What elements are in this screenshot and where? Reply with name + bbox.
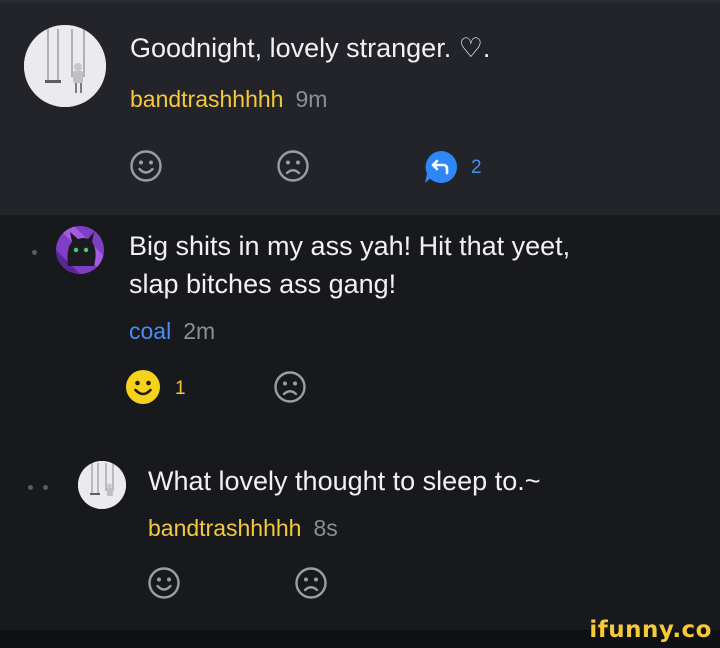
cat-avatar-icon [56,226,104,274]
frown-icon[interactable] [273,370,307,404]
username[interactable]: bandtrashhhhh [148,515,301,541]
comment-text: Goodnight, lovely stranger. ♡. [130,33,491,63]
reply-icon[interactable] [423,149,459,185]
smile-icon[interactable] [125,369,161,405]
comment-author[interactable]: bandtrashhhhh 9m [130,85,327,113]
timestamp: 2m [183,318,216,344]
comment-text: What lovely thought to sleep to.~ [148,466,541,496]
thread-indicator [28,485,33,490]
comment-2: Big shits in my ass yah! Hit that yeet, … [0,215,720,630]
avatar[interactable] [78,461,126,509]
timestamp: 8s [313,515,338,541]
smile-count[interactable]: 1 [175,378,186,400]
timestamp: 9m [295,86,328,112]
avatar[interactable] [24,25,106,107]
smile-icon[interactable] [147,566,181,600]
frown-icon[interactable] [294,566,328,600]
frown-icon[interactable] [276,149,310,183]
watermark: ifunny.co [589,617,712,643]
avatar[interactable] [56,226,104,274]
swing-avatar-icon [24,25,106,107]
username[interactable]: coal [129,318,171,344]
username[interactable]: bandtrashhhhh [130,86,283,112]
smile-icon[interactable] [129,149,163,183]
swing-avatar-icon [78,461,126,509]
thread-indicator [32,250,37,255]
comment-text-line-2: slap bitches ass gang! [129,269,397,299]
reply-count[interactable]: 2 [471,157,482,179]
comment-1: Goodnight, lovely stranger. ♡. bandtrash… [0,3,720,215]
thread-indicator [43,485,48,490]
comment-text-line-1: Big shits in my ass yah! Hit that yeet, [129,231,571,261]
comment-author[interactable]: coal 2m [129,317,215,345]
comment-author[interactable]: bandtrashhhhh 8s [148,514,338,542]
